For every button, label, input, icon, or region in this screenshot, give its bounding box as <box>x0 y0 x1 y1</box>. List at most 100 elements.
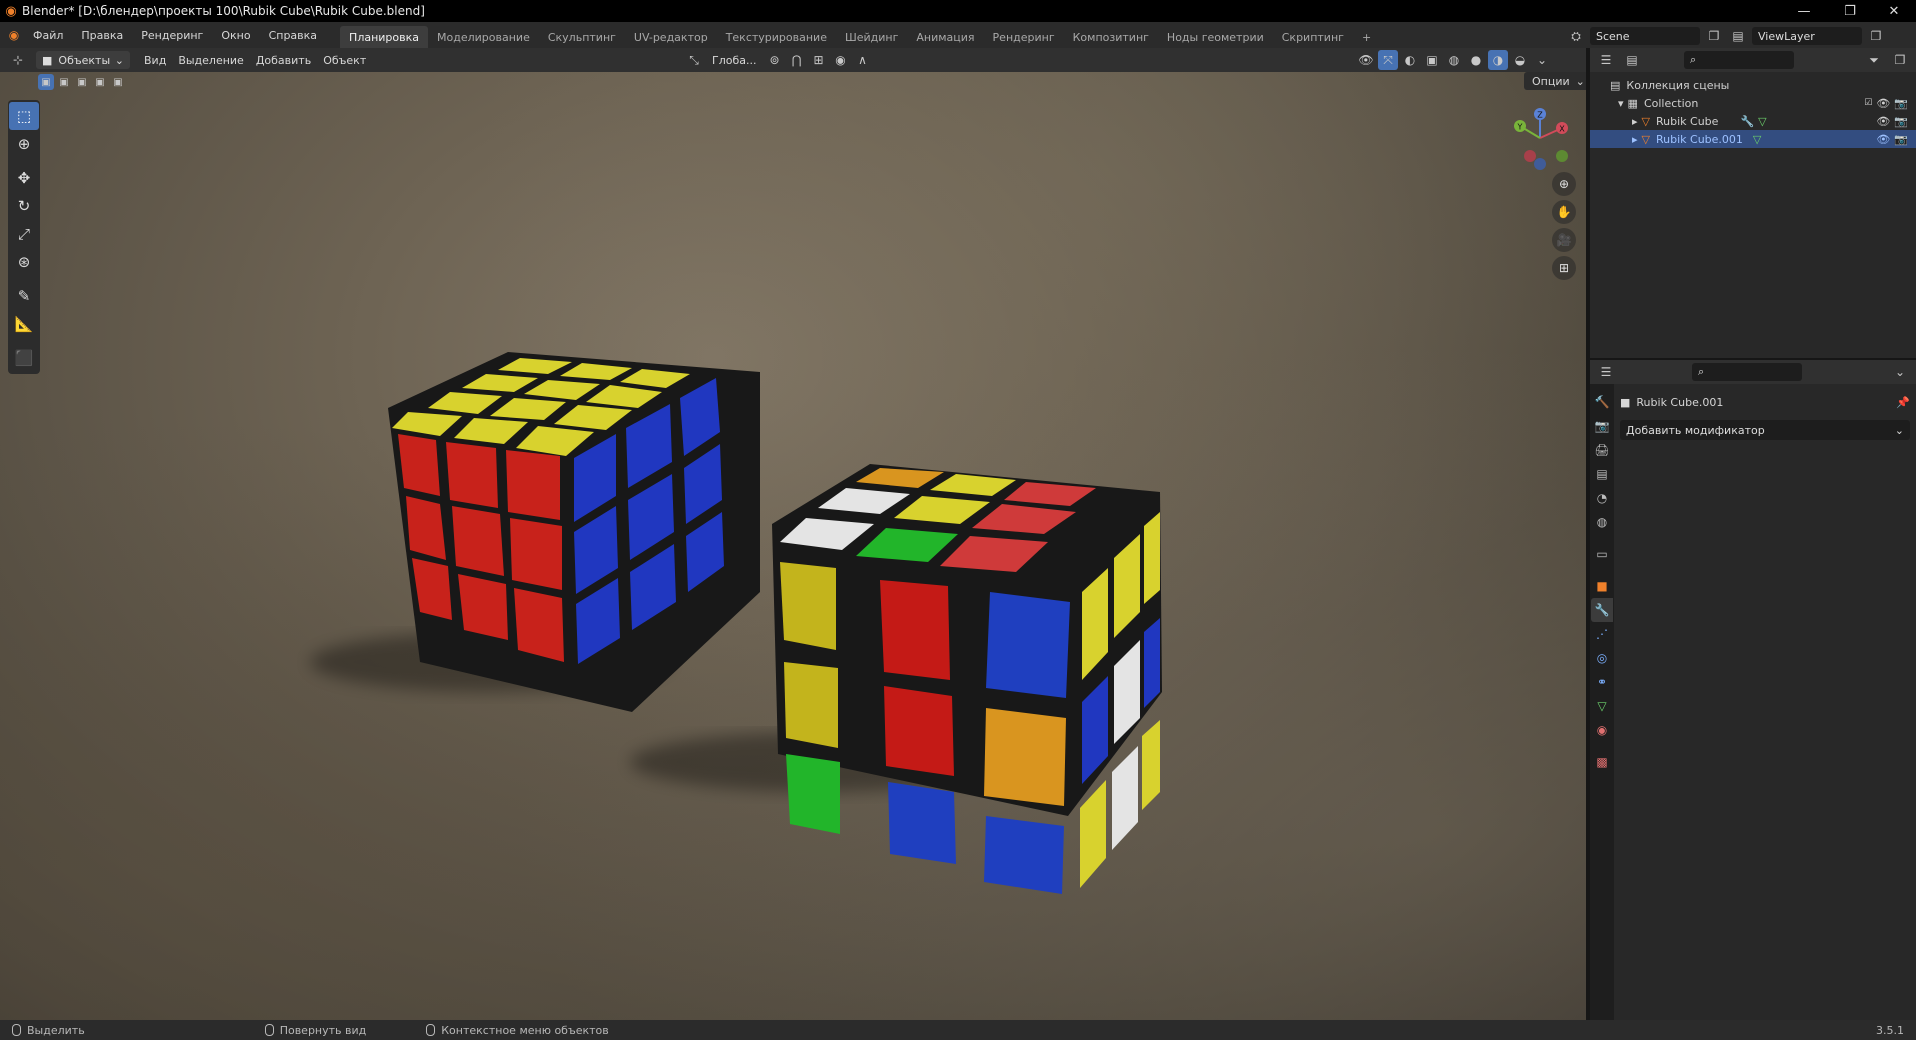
gizmo-toggle-icon[interactable]: ⤧ <box>1378 50 1398 70</box>
properties-editor-type-icon[interactable]: ☰ <box>1596 362 1616 382</box>
3d-viewport[interactable]: ▣ ▣ ▣ ▣ ▣ Опции ⌄ ⬚ ⊕ ✥ ↻ ⤢ ⊛ ✎ 📐 ⬛ Z X … <box>0 72 1586 1020</box>
status-bar: Выделить Повернуть вид Контекстное меню … <box>0 1020 1916 1040</box>
tab-rendering[interactable]: Рендеринг <box>984 26 1064 48</box>
data-tab-icon[interactable]: ▽ <box>1591 694 1613 718</box>
solid-shading-icon[interactable]: ● <box>1466 50 1486 70</box>
menu-object[interactable]: Объект <box>317 50 372 70</box>
transform-orientation-icon[interactable]: ⤡ <box>684 50 704 70</box>
object-tab-icon[interactable]: ■ <box>1591 574 1613 598</box>
properties-header: ☰ ⌕ ⌄ <box>1590 360 1916 384</box>
checkbox-icon[interactable]: ☑ <box>1864 98 1872 108</box>
menu-select[interactable]: Выделение <box>172 50 250 70</box>
new-scene-icon[interactable]: ❐ <box>1704 26 1724 46</box>
chevron-down-icon: ⌄ <box>114 53 124 67</box>
rubik-cube-right[interactable] <box>772 464 1162 894</box>
tab-layout[interactable]: Планировка <box>340 26 429 48</box>
mode-selector[interactable]: ■ Объекты ⌄ <box>36 51 130 69</box>
tab-compositing[interactable]: Композитинг <box>1064 26 1158 48</box>
pivot-point-icon[interactable]: ⊚ <box>764 50 784 70</box>
close-button[interactable]: ✕ <box>1872 0 1916 22</box>
chevron-down-icon[interactable]: ⌄ <box>1890 362 1910 382</box>
shading-options-chevron-icon[interactable]: ⌄ <box>1532 50 1552 70</box>
falloff-icon[interactable]: ∧ <box>852 50 872 70</box>
constraints-tab-icon[interactable]: ⚭ <box>1591 670 1613 694</box>
physics-tab-icon[interactable]: ◎ <box>1591 646 1613 670</box>
rubik-cube-left[interactable] <box>388 352 760 712</box>
snap-target-icon[interactable]: ⊞ <box>808 50 828 70</box>
outliner-item-rubik-cube-001[interactable]: ▸ ▽ Rubik Cube.001 ▽ 👁 📷 <box>1590 130 1916 148</box>
status-select: Выделить <box>12 1024 85 1037</box>
add-workspace-button[interactable]: + <box>1353 26 1380 48</box>
scene-tab-icon[interactable]: ◔ <box>1591 486 1613 510</box>
editor-type-icon[interactable]: ⊹ <box>8 50 28 70</box>
mesh-data-icon[interactable]: ▽ <box>1758 115 1766 128</box>
outliner-item-rubik-cube[interactable]: ▸ ▽ Rubik Cube 🔧 ▽ 👁 📷 <box>1590 112 1916 130</box>
left-mouse-icon <box>12 1024 21 1036</box>
properties-tabs: 🔨 📷 🖨 ▤ ◔ ◍ ▭ ■ 🔧 ⋰ ◎ ⚭ ▽ ◉ ▩ <box>1590 384 1614 1020</box>
menu-render[interactable]: Рендеринг <box>132 22 212 48</box>
camera-icon[interactable]: 📷 <box>1894 97 1908 110</box>
tool-tab-icon[interactable]: 🔨 <box>1591 390 1613 414</box>
tab-modeling[interactable]: Моделирование <box>428 26 539 48</box>
outliner-search-input[interactable]: ⌕ <box>1684 51 1794 69</box>
tab-scripting[interactable]: Скриптинг <box>1273 26 1353 48</box>
collection-tab-icon[interactable]: ▭ <box>1591 542 1613 566</box>
modifier-tab-icon[interactable]: 🔧 <box>1591 598 1613 622</box>
transform-orientation-dropdown[interactable]: Глоба... <box>706 50 762 70</box>
snap-icon[interactable]: ⋂ <box>786 50 806 70</box>
modifier-wrench-icon[interactable]: 🔧 <box>1740 115 1754 128</box>
blender-menu-icon[interactable]: ◉ <box>4 25 24 45</box>
tab-animation[interactable]: Анимация <box>907 26 983 48</box>
properties-search-input[interactable]: ⌕ <box>1692 363 1802 381</box>
new-view-layer-icon[interactable]: ❐ <box>1866 26 1886 46</box>
properties-editor: ☰ ⌕ ⌄ 🔨 📷 🖨 ▤ ◔ ◍ ▭ ■ 🔧 ⋰ ◎ ⚭ ▽ ◉ ▩ ■ Ru… <box>1590 360 1916 1020</box>
maximize-button[interactable]: ❐ <box>1828 0 1872 22</box>
tab-geometry-nodes[interactable]: Ноды геометрии <box>1158 26 1273 48</box>
texture-tab-icon[interactable]: ▩ <box>1591 750 1613 774</box>
material-shading-icon[interactable]: ◑ <box>1488 50 1508 70</box>
visibility-icon[interactable]: 👁 <box>1356 50 1376 70</box>
world-tab-icon[interactable]: ◍ <box>1591 510 1613 534</box>
mesh-object-icon: ▽ <box>1641 114 1650 128</box>
xray-icon[interactable]: ▣ <box>1422 50 1442 70</box>
eye-icon[interactable]: 👁 <box>1876 115 1890 128</box>
scene-name-field[interactable]: Scene <box>1590 27 1700 45</box>
outliner-root[interactable]: ▤ Коллекция сцены <box>1590 76 1916 94</box>
menu-add[interactable]: Добавить <box>250 50 317 70</box>
overlay-icon[interactable]: ◐ <box>1400 50 1420 70</box>
tab-uv-editing[interactable]: UV-редактор <box>625 26 717 48</box>
tab-sculpting[interactable]: Скульптинг <box>539 26 625 48</box>
camera-icon[interactable]: 📷 <box>1894 133 1908 146</box>
display-mode-icon[interactable]: ▤ <box>1622 50 1642 70</box>
menu-file[interactable]: Файл <box>24 22 72 48</box>
view-layer-tab-icon[interactable]: ▤ <box>1591 462 1613 486</box>
menu-edit[interactable]: Правка <box>72 22 132 48</box>
menu-view[interactable]: Вид <box>138 50 172 70</box>
scene-icon[interactable]: ⛭ <box>1566 26 1586 46</box>
view-layer-icon[interactable]: ▤ <box>1728 26 1748 46</box>
add-modifier-dropdown[interactable]: Добавить модификатор ⌄ <box>1620 420 1910 440</box>
camera-icon[interactable]: 📷 <box>1894 115 1908 128</box>
outliner-collection[interactable]: ▾ ▦ Collection ☑ 👁 📷 <box>1590 94 1916 112</box>
minimize-button[interactable]: — <box>1782 0 1826 22</box>
mesh-data-icon[interactable]: ▽ <box>1753 133 1761 146</box>
view-layer-field[interactable]: ViewLayer <box>1752 27 1862 45</box>
outliner-editor-type-icon[interactable]: ☰ <box>1596 50 1616 70</box>
filter-icon[interactable]: ⏷ <box>1864 50 1884 70</box>
menu-window[interactable]: Окно <box>212 22 259 48</box>
proportional-edit-icon[interactable]: ◉ <box>830 50 850 70</box>
particles-tab-icon[interactable]: ⋰ <box>1591 622 1613 646</box>
render-tab-icon[interactable]: 📷 <box>1591 414 1613 438</box>
menu-help[interactable]: Справка <box>260 22 326 48</box>
tab-shading[interactable]: Шейдинг <box>836 26 907 48</box>
pin-icon[interactable]: 📌 <box>1896 396 1910 409</box>
new-collection-icon[interactable]: ❐ <box>1890 50 1910 70</box>
material-tab-icon[interactable]: ◉ <box>1591 718 1613 742</box>
expand-arrow-icon: ▾ <box>1618 96 1624 110</box>
rendered-shading-icon[interactable]: ◒ <box>1510 50 1530 70</box>
wireframe-shading-icon[interactable]: ◍ <box>1444 50 1464 70</box>
tab-texture-paint[interactable]: Текстурирование <box>717 26 836 48</box>
eye-icon[interactable]: 👁 <box>1876 97 1890 110</box>
eye-icon[interactable]: 👁 <box>1876 133 1890 146</box>
output-tab-icon[interactable]: 🖨 <box>1591 438 1613 462</box>
